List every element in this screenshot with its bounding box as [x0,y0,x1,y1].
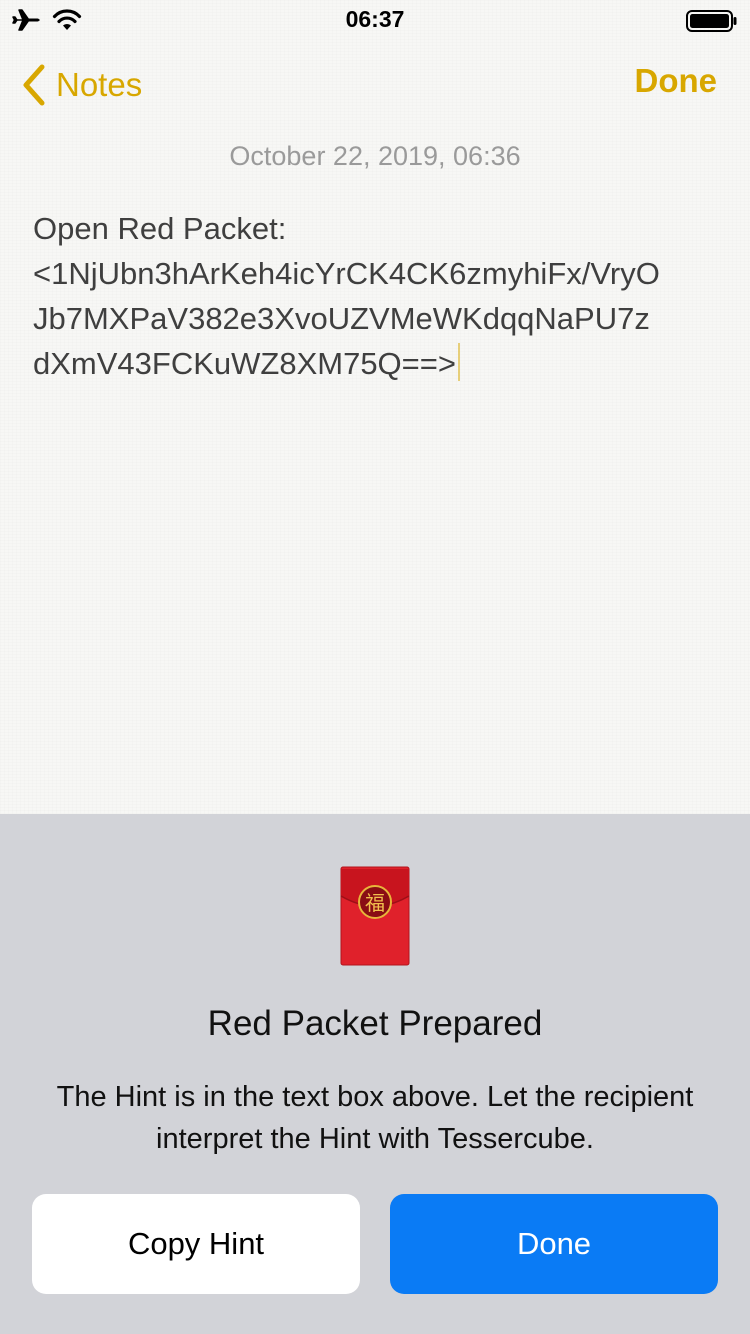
note-text-editor[interactable]: Open Red Packet: <1NjUbn3hArKeh4icYrCK4C… [33,206,723,386]
red-packet-character: 福 [365,891,385,915]
note-paper[interactable] [0,0,750,814]
text-caret [457,343,460,381]
sheet-title: Red Packet Prepared [207,1004,543,1043]
red-packet-icon: 福 [340,866,410,966]
nav-done-button[interactable]: Done [635,62,718,100]
done-button[interactable]: Done [390,1194,718,1294]
note-line-last: dXmV43FCKuWZ8XM75Q==> [33,341,723,386]
note-line: Jb7MXPaV382e3XvoUZVMeWKdqqNaPU7z [33,301,650,336]
back-to-notes-button[interactable]: Notes [20,60,142,110]
status-bar: 06:37 [0,0,750,40]
status-time: 06:37 [345,6,405,32]
copy-hint-button[interactable]: Copy Hint [32,1194,360,1294]
sheet-message: The Hint is in the text box above. Let t… [56,1081,694,1155]
note-line: Open Red Packet: [33,211,287,246]
note-date: October 22, 2019, 06:36 [229,141,521,171]
red-packet-sheet: 福 Red Packet Prepared The Hint is in the… [0,814,750,1334]
chevron-left-icon [23,64,45,106]
battery-icon [686,10,737,32]
screen: 06:37 Notes Done October 22, 2019, 06:36… [0,0,750,1334]
note-line-text: dXmV43FCKuWZ8XM75Q==> [33,346,456,381]
note-line: <1NjUbn3hArKeh4icYrCK4CK6zmyhiFx/VryO [33,256,660,291]
back-label: Notes [56,66,143,103]
